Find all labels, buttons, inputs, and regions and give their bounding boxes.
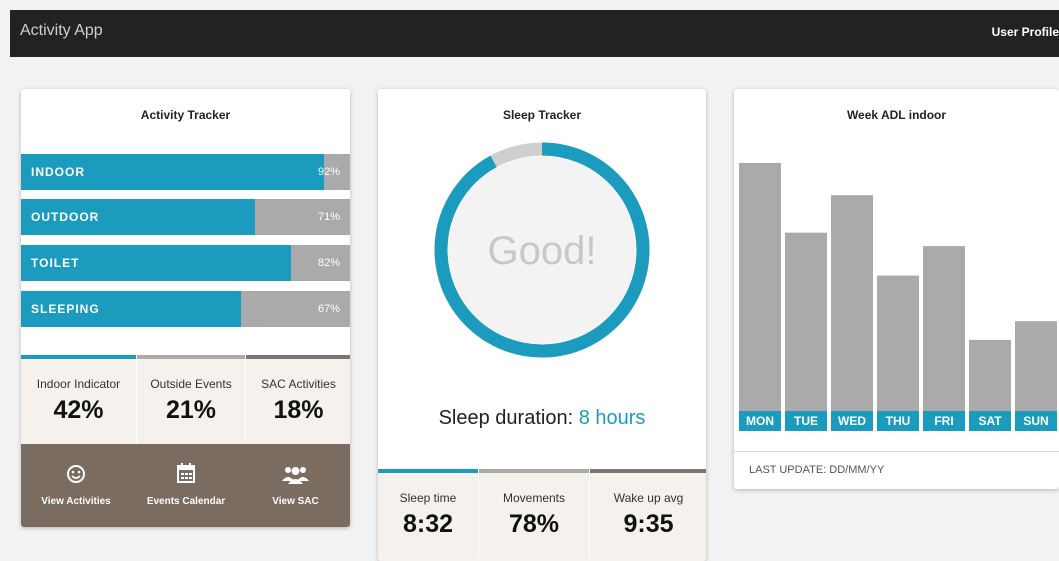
adl-bar-wed [831,195,873,431]
stat-value: 18% [273,396,324,424]
events-calendar-button[interactable]: Events Calendar [131,444,241,527]
toilet-bar-label: TOILET [31,256,80,270]
activity-actions: View Activities Events Calendar View SAC [21,444,350,527]
stat-label: Indoor Indicator [36,377,121,391]
sleep-duration-label: Sleep duration: [438,407,574,429]
stat-value: 9:35 [623,510,674,538]
activity-stats: Indoor Indicator 42% Outside Events 21% … [21,355,350,444]
sleep-duration-value: 8 hours [578,407,646,429]
app-title[interactable]: Activity App [20,22,103,40]
outdoor-bar-percent: 71% [317,211,340,223]
sleeping-bar-label: SLEEPING [31,302,100,316]
sleep-quality-text: Good! [487,229,597,273]
stat-accent [378,469,478,473]
stat-value: 42% [53,396,104,424]
view-activities-button[interactable]: View Activities [21,444,131,527]
indoor-indicator-stat: Indoor Indicator 42% [21,355,136,444]
toilet-bar: TOILET 82% [21,245,350,281]
stat-label: SAC Activities [261,377,336,391]
week-adl-chart: MON TUE WED THU FRI SAT SUN [739,163,1057,431]
stat-label: Wake up avg [613,491,684,505]
sleep-tracker-title: Sleep Tracker [502,108,582,122]
adl-day-label: WED [838,414,866,428]
activity-tracker-card: Activity Tracker INDOOR 92% OUTDOOR 71% … [21,89,350,527]
sleep-stats: Sleep time 8:32 Movements 78% Wake up av… [378,469,706,561]
wake-up-avg-stat: Wake up avg 9:35 [589,469,706,558]
toilet-bar-percent: 82% [317,257,340,269]
events-calendar-label: Events Calendar [146,496,226,507]
stat-accent [590,469,706,473]
sleeping-bar-percent: 67% [317,303,340,315]
view-sac-button[interactable]: View SAC [241,444,350,527]
users-icon [282,467,309,484]
movements-stat: Movements 78% [478,469,589,558]
adl-bar-fri [923,246,965,431]
outdoor-bar-label: OUTDOOR [31,210,100,224]
calendar-icon [177,463,195,483]
stat-accent [137,355,245,359]
indoor-bar-label: INDOOR [31,165,85,179]
adl-bar-mon [739,163,781,431]
adl-day-label: SAT [978,414,1002,428]
week-adl-card: Week ADL indoor MON TUE WED THU FRI SAT SUN LA… [734,89,1059,489]
view-sac-label: View SAC [272,496,319,507]
sleep-time-stat: Sleep time 8:32 [378,469,478,558]
adl-day-label: MON [746,414,774,428]
outdoor-bar: OUTDOOR 71% [21,199,350,235]
stat-accent [479,469,589,473]
stat-accent [21,355,136,359]
indoor-bar: INDOOR 92% [21,154,350,190]
stat-value: 8:32 [402,510,454,538]
stat-label: Sleep time [399,491,457,505]
adl-bar-thu [877,275,919,431]
week-adl-title: Week ADL indoor [846,108,947,122]
sac-activities-stat: SAC Activities 18% [245,355,350,444]
sleeping-bar: SLEEPING 67% [21,291,350,327]
user-profile-link[interactable]: User Profile [992,25,1059,39]
outside-events-stat: Outside Events 21% [136,355,245,444]
adl-day-label: THU [886,414,911,428]
view-activities-label: View Activities [41,496,111,507]
adl-day-label: FRI [934,414,953,428]
indoor-bar-percent: 92% [317,166,340,178]
stat-value: 21% [165,396,217,424]
stat-label: Movements [502,491,566,505]
stat-accent [246,355,350,359]
top-navbar: Activity App User Profile [10,10,1059,57]
activity-tracker-title: Activity Tracker [140,108,231,122]
stat-value: 78% [508,510,560,538]
sleep-duration: Sleep duration: 8 hours [378,407,706,430]
last-update-footer: LAST UPDATE: DD/MM/YY [734,451,1059,489]
adl-bar-tue [785,232,827,431]
last-update-text: LAST UPDATE: DD/MM/YY [749,464,885,476]
adl-day-label: SUN [1023,414,1048,428]
stat-label: Outside Events [150,377,232,391]
adl-day-label: TUE [794,414,818,428]
smiley-icon [67,465,85,483]
sleep-tracker-card: Sleep Tracker Good! Sleep duration: 8 ho… [378,89,706,561]
